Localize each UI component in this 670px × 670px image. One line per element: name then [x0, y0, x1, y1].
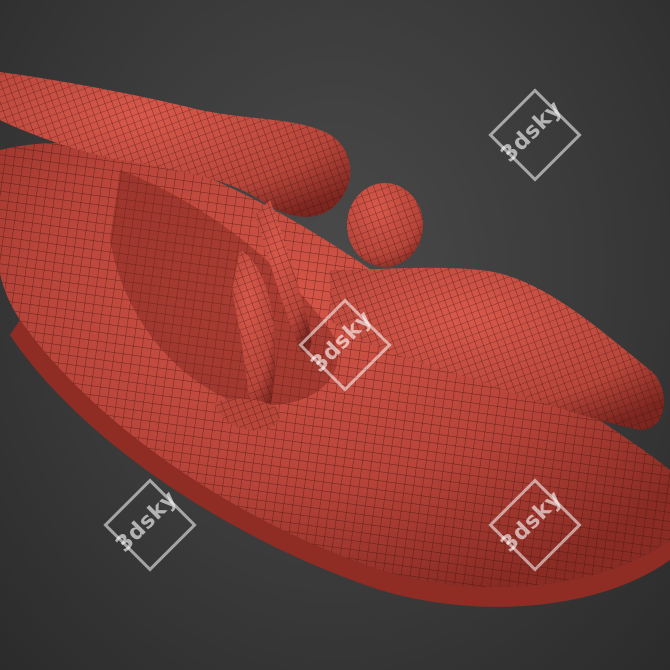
render-svg — [0, 72, 670, 607]
render-viewport: 3dsky 3dsky 3dsky 3dsky — [0, 0, 670, 670]
